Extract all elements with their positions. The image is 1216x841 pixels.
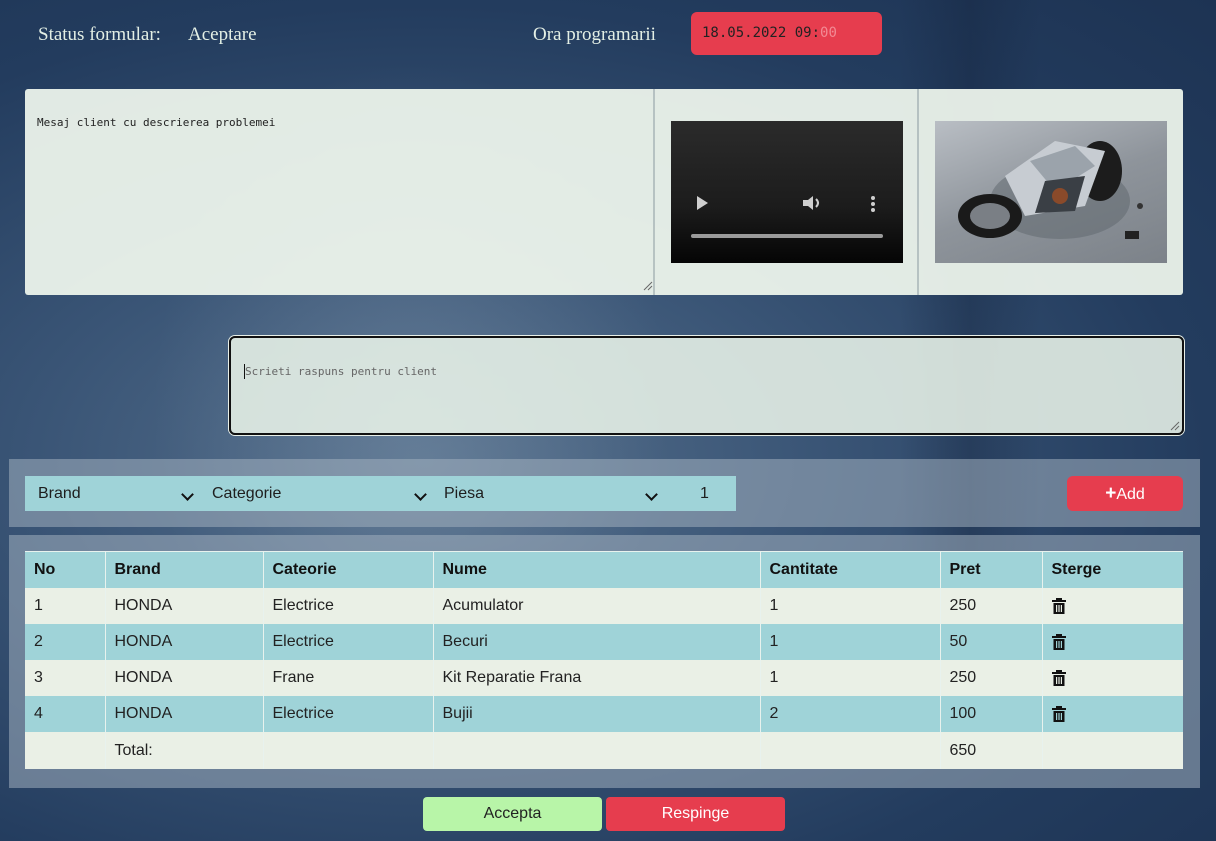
column-header-name: Nume xyxy=(432,551,760,588)
volume-icon[interactable] xyxy=(802,195,824,211)
cell-name: Becuri xyxy=(432,624,760,660)
part-select-value: Piesa xyxy=(444,485,485,502)
cell-quantity: 1 xyxy=(759,588,940,624)
cell-name: Kit Reparatie Frana xyxy=(432,660,760,696)
trash-icon[interactable] xyxy=(1051,705,1066,722)
table-row: 4 HONDA Electrice Bujii 2 100 xyxy=(25,696,1183,732)
appointment-datetime-input[interactable]: 18.05.2022 09:00 xyxy=(691,12,882,55)
status-value: Aceptare xyxy=(188,24,257,45)
part-selectors: Brand Categorie Piesa 1 xyxy=(25,476,736,511)
brand-select[interactable]: Brand xyxy=(25,476,211,511)
panel-divider xyxy=(653,89,655,295)
total-value: 650 xyxy=(939,732,1042,769)
cell-quantity: 1 xyxy=(759,624,940,660)
cell-category: Electrice xyxy=(262,588,433,624)
cell-delete xyxy=(1041,660,1183,696)
cell-brand: HONDA xyxy=(104,660,263,696)
parts-table-panel: No Brand Cateorie Nume Cantitate Pret St… xyxy=(9,535,1200,788)
datetime-value: 18.05.2022 09: xyxy=(702,25,821,41)
reject-button[interactable]: Respinge xyxy=(606,797,785,831)
cell-name: Bujii xyxy=(432,696,760,732)
cell-brand: HONDA xyxy=(104,588,263,624)
client-message-panel: Mesaj client cu descrierea problemei xyxy=(25,89,1183,295)
table-row: 1 HONDA Electrice Acumulator 1 250 xyxy=(25,588,1183,624)
quantity-input[interactable]: 1 xyxy=(700,476,709,511)
motorcycle-photo xyxy=(935,121,1167,263)
cell-quantity: 1 xyxy=(759,660,940,696)
table-row: 2 HONDA Electrice Becuri 1 50 xyxy=(25,624,1183,660)
part-select[interactable]: Piesa xyxy=(442,476,682,511)
brand-select-value: Brand xyxy=(38,485,81,502)
cell-category: Electrice xyxy=(262,696,433,732)
cell-no: 4 xyxy=(25,696,105,732)
cell-price: 250 xyxy=(939,660,1042,696)
cell-quantity: 2 xyxy=(759,696,940,732)
panel-divider xyxy=(917,89,919,295)
cell-category: Electrice xyxy=(262,624,433,660)
column-header-price: Pret xyxy=(939,551,1042,588)
column-header-delete: Sterge xyxy=(1041,551,1183,588)
add-part-button[interactable]: +Add xyxy=(1067,476,1183,511)
column-header-brand: Brand xyxy=(104,551,263,588)
plus-icon: + xyxy=(1105,483,1117,504)
total-label: Total: xyxy=(104,732,263,769)
cell-price: 50 xyxy=(939,624,1042,660)
reply-textarea[interactable]: Scrieti raspuns pentru client xyxy=(229,336,1184,435)
cell-delete xyxy=(1041,588,1183,624)
parts-table: No Brand Cateorie Nume Cantitate Pret St… xyxy=(25,551,1183,769)
table-total-row: Total: 650 xyxy=(25,732,1183,769)
cell-brand: HONDA xyxy=(104,624,263,660)
appointment-time-label: Ora programarii xyxy=(533,24,656,45)
video-player[interactable] xyxy=(671,121,903,263)
chevron-down-icon xyxy=(181,488,194,501)
crashed-motorcycle-image xyxy=(958,141,1143,239)
trash-icon[interactable] xyxy=(1051,669,1066,686)
category-select[interactable]: Categorie xyxy=(211,476,442,511)
cell-category: Frane xyxy=(262,660,433,696)
cell-no: 2 xyxy=(25,624,105,660)
reply-placeholder: Scrieti raspuns pentru client xyxy=(245,365,438,378)
chevron-down-icon xyxy=(645,488,658,501)
cell-price: 100 xyxy=(939,696,1042,732)
column-header-quantity: Cantitate xyxy=(759,551,940,588)
cell-no: 1 xyxy=(25,588,105,624)
chevron-down-icon xyxy=(414,488,427,501)
trash-icon[interactable] xyxy=(1051,597,1066,614)
cell-delete xyxy=(1041,624,1183,660)
resize-grip-icon[interactable] xyxy=(643,281,653,291)
table-header-row: No Brand Cateorie Nume Cantitate Pret St… xyxy=(25,551,1183,588)
client-message-text: Mesaj client cu descrierea problemei xyxy=(37,116,276,129)
accept-button[interactable]: Accepta xyxy=(423,797,602,831)
table-row: 3 HONDA Frane Kit Reparatie Frana 1 250 xyxy=(25,660,1183,696)
cell-no: 3 xyxy=(25,660,105,696)
cell-price: 250 xyxy=(939,588,1042,624)
cell-delete xyxy=(1041,696,1183,732)
add-button-label: Add xyxy=(1116,486,1145,503)
cell-brand: HONDA xyxy=(104,696,263,732)
more-options-icon[interactable] xyxy=(870,195,876,213)
video-progress-bar[interactable] xyxy=(691,234,883,238)
datetime-minutes: 00 xyxy=(820,25,837,41)
resize-grip-icon[interactable] xyxy=(1170,421,1180,431)
cell-name: Acumulator xyxy=(432,588,760,624)
category-select-value: Categorie xyxy=(212,485,282,502)
part-filter-bar: Brand Categorie Piesa 1 +Add xyxy=(9,459,1200,527)
column-header-no: No xyxy=(25,551,105,588)
column-header-category: Cateorie xyxy=(262,551,433,588)
play-icon[interactable] xyxy=(697,196,708,210)
trash-icon[interactable] xyxy=(1051,633,1066,650)
status-label: Status formular: xyxy=(38,24,161,45)
